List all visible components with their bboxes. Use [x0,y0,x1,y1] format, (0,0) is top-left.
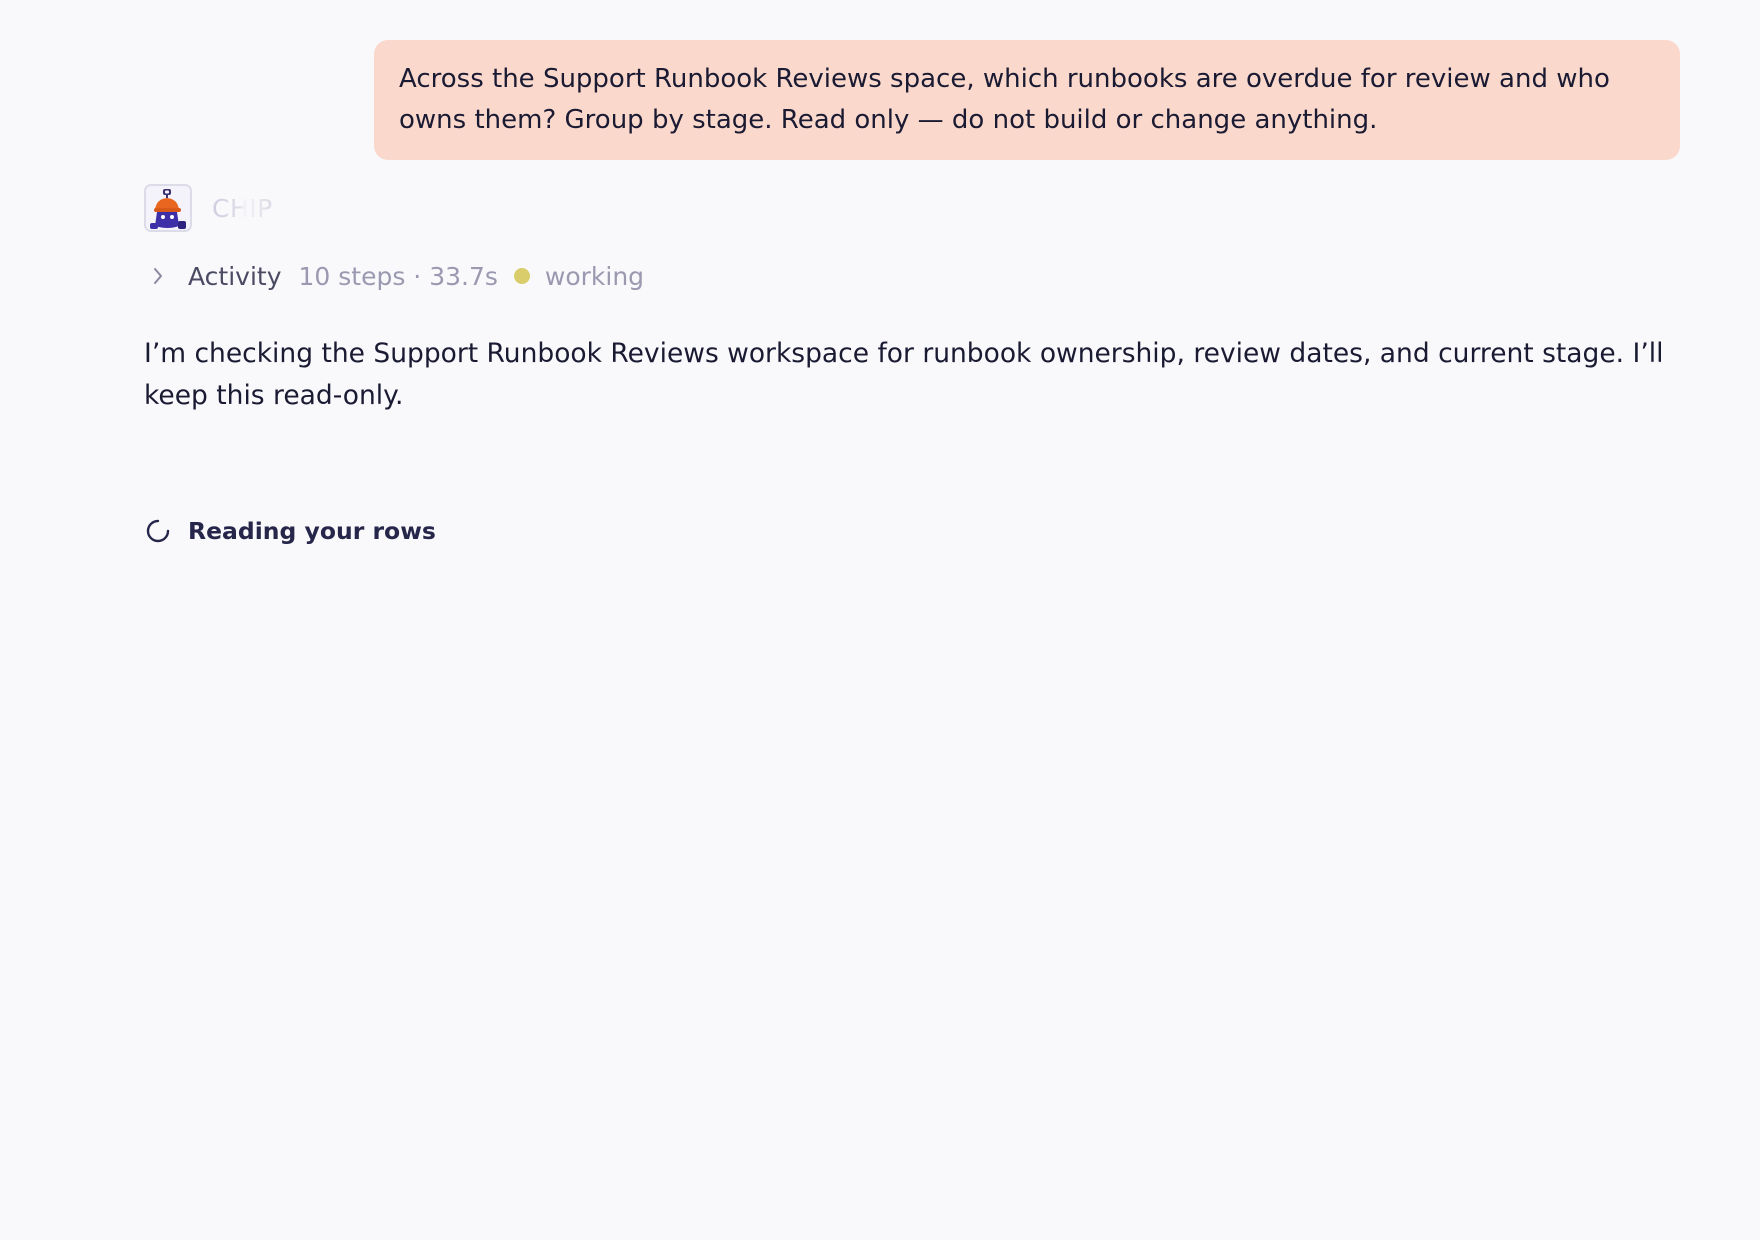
progress-status-text: Reading your rows [188,517,436,545]
robot-mascot-icon [146,186,190,230]
user-message-bubble: Across the Support Runbook Reviews space… [374,40,1680,160]
assistant-message: I’m checking the Support Runbook Reviews… [144,338,1664,411]
assistant-name: CHIP [212,193,273,223]
assistant-header: CHIP [144,184,273,232]
activity-label: Activity [188,261,282,291]
chevron-right-icon[interactable] [144,262,172,290]
status-indicator-dot [513,268,530,284]
activity-steps-duration: 10 steps · 33.7s [298,261,498,291]
progress-indicator: Reading your rows [144,514,436,548]
assistant-avatar [144,184,192,232]
user-message-text: Across the Support Runbook Reviews space… [399,64,1610,135]
spinner-icon [144,517,172,545]
activity-toggle[interactable]: Activity 10 steps · 33.7s working [144,258,644,294]
chat-page: Across the Support Runbook Reviews space… [0,0,1760,1240]
activity-status: working [544,261,645,291]
